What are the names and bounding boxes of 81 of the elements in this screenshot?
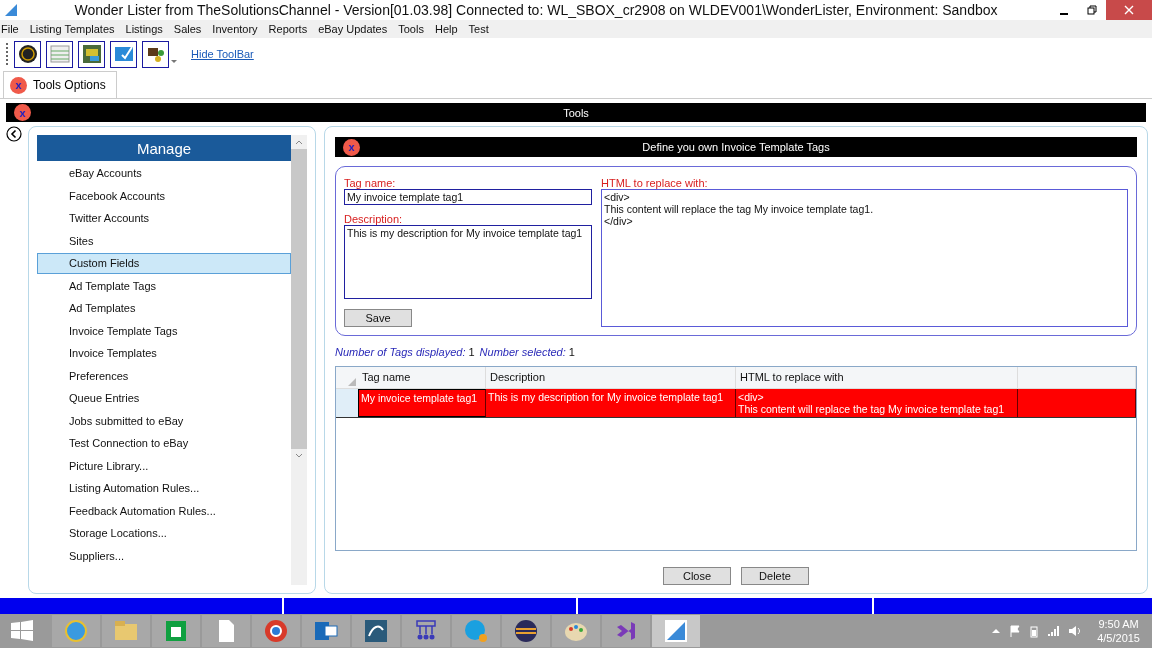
panel-title: Define you own Invoice Template Tags: [642, 141, 830, 153]
globe-icon[interactable]: [263, 618, 289, 644]
scroll-down-icon[interactable]: [295, 453, 303, 459]
checkmark-icon[interactable]: [110, 40, 137, 68]
menu-item[interactable]: Listing Templates: [29, 23, 115, 35]
document-tab[interactable]: x Tools Options: [3, 71, 117, 98]
sidebar-item[interactable]: Custom Fields: [37, 253, 291, 274]
hide-toolbar-link[interactable]: Hide ToolBar: [191, 48, 254, 60]
field-label: Description:: [344, 213, 404, 225]
gauge-icon[interactable]: [14, 40, 41, 68]
menu-item[interactable]: Listings: [125, 23, 163, 35]
tags-count-label: Number of Tags displayed:: [335, 346, 466, 358]
table-cell: My invoice template tag1: [358, 389, 486, 417]
menu-item[interactable]: File: [1, 23, 19, 35]
field-label: HTML to replace with:: [601, 177, 709, 189]
sidebar-item[interactable]: Suppliers...: [37, 545, 291, 566]
field-label: Tag name:: [344, 177, 397, 189]
column-header[interactable]: Tag name: [358, 367, 486, 388]
menu-item[interactable]: Reports: [268, 23, 308, 35]
menu-item[interactable]: Test: [468, 23, 489, 35]
tools-icon[interactable]: [142, 40, 169, 68]
sidebar-header: Manage: [37, 135, 291, 161]
table-row[interactable]: My invoice template tag1 This is my description for My invoice template tag1 <div> This content will replace the tag My invoice template tag1: [336, 389, 1136, 418]
store-icon[interactable]: [163, 618, 189, 644]
menu-item[interactable]: Inventory: [212, 23, 258, 35]
sidebar-item[interactable]: Invoice Templates: [37, 343, 291, 364]
speaker-icon[interactable]: [1068, 625, 1083, 637]
signal-icon[interactable]: [1047, 625, 1060, 637]
back-icon[interactable]: [6, 126, 22, 142]
scrollbar[interactable]: [291, 135, 307, 585]
flag-icon[interactable]: [1009, 625, 1022, 637]
show-hidden-icon[interactable]: [992, 628, 1001, 634]
close-icon: [1124, 5, 1134, 15]
scroll-up-icon[interactable]: [295, 139, 303, 145]
dialog-button[interactable]: Close: [663, 567, 731, 585]
tag-name-field[interactable]: My invoice template tag1: [344, 189, 592, 205]
sphere-icon[interactable]: [513, 618, 539, 644]
sidebar-item[interactable]: Picture Library...: [37, 455, 291, 476]
selected-count-label: Number selected:: [479, 346, 566, 358]
table-cell: This is my description for My invoice template tag1: [486, 389, 736, 417]
column-header[interactable]: HTML to replace with: [736, 367, 1018, 388]
menu-item[interactable]: Help: [434, 23, 458, 35]
sidebar-item[interactable]: Test Connection to eBay: [37, 433, 291, 454]
sidebar-item[interactable]: Listing Automation Rules...: [37, 478, 291, 499]
menu-item[interactable]: Tools: [398, 23, 424, 35]
sidebar-item[interactable]: Twitter Accounts: [37, 208, 291, 229]
description-field[interactable]: This is my description for My invoice template tag1: [344, 225, 592, 299]
chart-icon[interactable]: [663, 618, 689, 644]
sidebar-item[interactable]: Preferences: [37, 365, 291, 386]
menu-item[interactable]: Sales: [173, 23, 202, 35]
sidebar-item[interactable]: Queue Entries: [37, 388, 291, 409]
sidebar-item[interactable]: Feedback Automation Rules...: [37, 500, 291, 521]
browser-icon[interactable]: [63, 618, 89, 644]
sidebar-item[interactable]: Ad Template Tags: [37, 275, 291, 296]
app-logo-icon: [4, 3, 18, 17]
start-icon[interactable]: [10, 619, 34, 643]
save-button[interactable]: Save: [344, 309, 412, 327]
dialog-button[interactable]: Delete: [741, 567, 809, 585]
table-cell: <div> This content will replace the tag My invoice template tag1: [736, 389, 1018, 417]
minimize-icon: [1059, 13, 1069, 15]
sale-tag-icon[interactable]: [78, 40, 105, 68]
sidebar-item[interactable]: Ad Templates: [37, 298, 291, 319]
sidebar-item[interactable]: Sites: [37, 230, 291, 251]
sidebar-item[interactable]: Jobs submitted to eBay: [37, 410, 291, 431]
column-header[interactable]: Description: [486, 367, 736, 388]
window-close-button[interactable]: [1106, 0, 1152, 20]
tags-count: 1: [468, 346, 475, 358]
select-all-icon[interactable]: [348, 378, 356, 386]
window-title: Wonder Lister from TheSolutionsChannel - Version[01.03.98] Connected to: WL_SBOX_cr2908 on WLDEV001\WonderLister, Environment: Sandbox: [73, 2, 999, 18]
battery-icon[interactable]: [1030, 624, 1039, 638]
tools-title: Tools: [563, 106, 589, 119]
sidebar-item[interactable]: Storage Locations...: [37, 523, 291, 544]
menu-item[interactable]: eBay Updates: [318, 23, 388, 35]
overflow-icon[interactable]: [171, 58, 177, 64]
selected-count: 1: [568, 346, 575, 358]
sidebar-item[interactable]: Facebook Accounts: [37, 185, 291, 206]
restore-icon: [1087, 5, 1097, 15]
sidebar-item[interactable]: Invoice Template Tags: [37, 320, 291, 341]
sidebar-item[interactable]: eBay Accounts: [37, 163, 291, 184]
html-field[interactable]: <div> This content will replace the tag My invoice template tag1. </div>: [601, 189, 1128, 327]
spreadsheet-icon[interactable]: [46, 40, 73, 68]
